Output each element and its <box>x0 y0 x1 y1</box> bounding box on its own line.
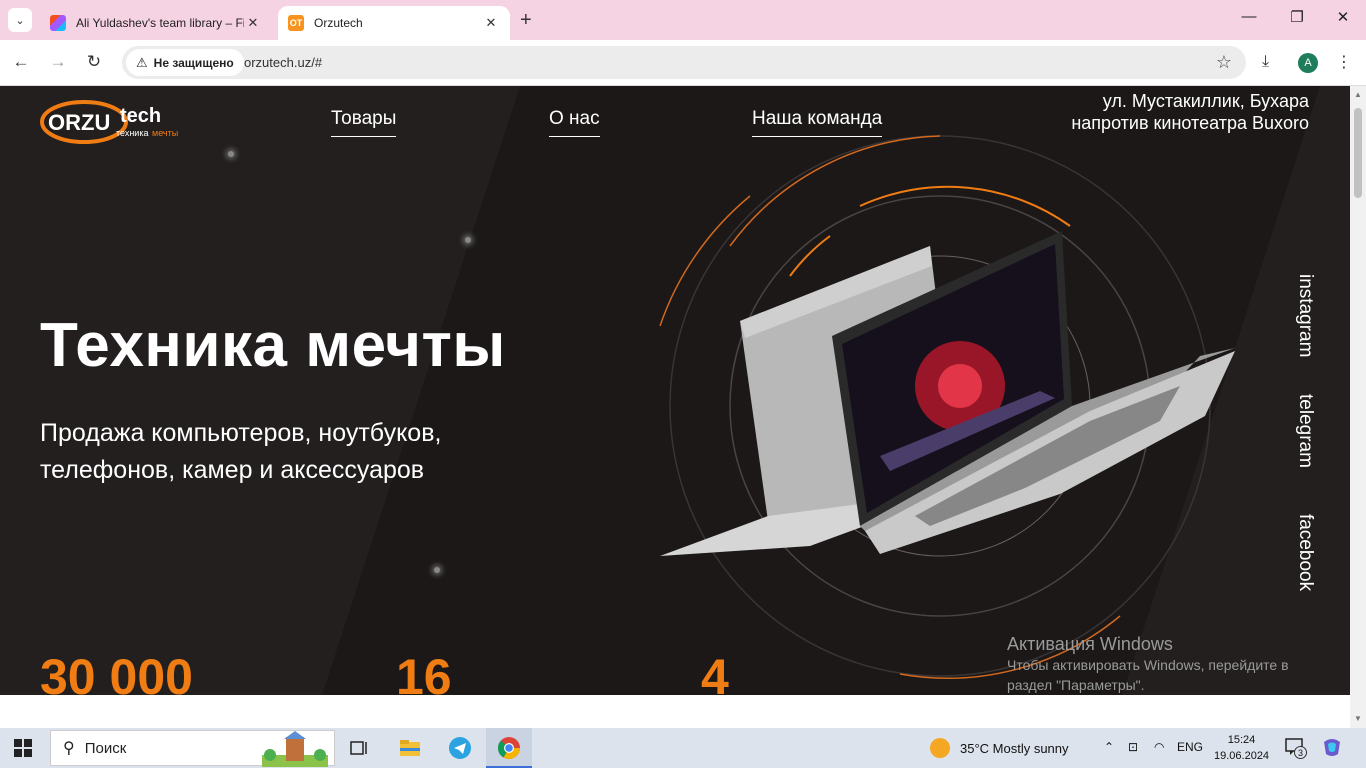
chrome-taskbar-button[interactable] <box>486 728 532 768</box>
svg-text:техника: техника <box>116 128 148 138</box>
chrome-icon <box>498 737 520 759</box>
notification-count-badge: 3 <box>1294 746 1307 759</box>
windows-start-icon[interactable] <box>14 739 32 757</box>
language-indicator[interactable]: ENG <box>1177 740 1203 754</box>
browser-toolbar: ← → ↻ ⚠ Не защищено orzutech.uz/# ☆ ⤓ A … <box>0 40 1366 86</box>
watermark-text: Чтобы активировать Windows, перейдите в … <box>1007 657 1289 693</box>
page-bottom-area <box>0 695 1350 728</box>
profile-avatar[interactable]: A <box>1298 53 1318 73</box>
page-scrollbar[interactable]: ▲ ▼ <box>1350 86 1366 728</box>
svg-text:ORZU: ORZU <box>48 110 110 135</box>
notification-center-icon[interactable]: 3 <box>1284 736 1307 759</box>
bookmark-star-icon[interactable]: ☆ <box>1216 52 1232 73</box>
menu-kebab-icon[interactable]: ⋮ <box>1336 52 1352 72</box>
meet-now-icon[interactable]: ⊡ <box>1128 740 1138 754</box>
svg-text:мечты: мечты <box>152 128 178 138</box>
close-tab-icon[interactable]: ✕ <box>482 15 500 31</box>
reload-button[interactable]: ↻ <box>83 52 105 72</box>
nav-link-products[interactable]: Товары <box>331 108 397 137</box>
search-placeholder: Поиск <box>84 739 127 757</box>
scrollbar-thumb[interactable] <box>1354 108 1362 198</box>
hero-subtitle: Продажа компьютеров, ноутбуков, телефоно… <box>40 419 442 484</box>
copilot-icon[interactable] <box>1320 736 1344 760</box>
tab-title: Ali Yuldashev's team library – Fi <box>76 16 244 30</box>
search-icon: ⚲ <box>63 740 75 757</box>
sparkle-decoration <box>434 567 440 573</box>
windows-taskbar: ⚲ Поиск 35°C Mostly sunny ⌃ ⊡ ◠ ENG 15:2… <box>0 728 1366 768</box>
site-info-chip[interactable]: ⚠ Не защищено <box>126 49 244 76</box>
search-highlight-illustration-icon <box>262 731 328 767</box>
scroll-up-icon[interactable]: ▲ <box>1354 90 1362 99</box>
weather-widget[interactable]: 35°C Mostly sunny <box>930 738 1069 758</box>
taskbar-search-box[interactable]: ⚲ Поиск <box>50 730 335 767</box>
telegram-icon[interactable] <box>448 736 472 760</box>
orzutech-favicon-icon: OT <box>288 15 304 31</box>
warning-icon: ⚠ <box>136 54 148 70</box>
svg-text:tech: tech <box>120 105 161 127</box>
forward-button[interactable]: → <box>47 52 69 72</box>
tab-search-button[interactable]: ⌄ <box>8 8 32 32</box>
browser-tab-bar: ⌄ Ali Yuldashev's team library – Fi ✕ OT… <box>0 0 1366 40</box>
sparkle-decoration <box>228 151 234 157</box>
minimize-button[interactable]: — <box>1226 8 1272 25</box>
weather-sun-icon <box>930 738 950 758</box>
social-link-instagram[interactable]: instagram <box>1294 274 1316 357</box>
watermark-title: Активация Windows <box>1007 634 1173 654</box>
weather-text: 35°C Mostly sunny <box>960 740 1069 756</box>
windows-activation-watermark: Активация Windows Чтобы активировать Win… <box>1007 634 1317 695</box>
clock[interactable]: 15:24 19.06.2024 <box>1214 732 1269 764</box>
show-hidden-icons-chevron-icon[interactable]: ⌃ <box>1104 740 1114 754</box>
close-tab-icon[interactable]: ✕ <box>244 15 262 31</box>
address-bar[interactable]: ⚠ Не защищено orzutech.uz/# ☆ <box>122 46 1246 79</box>
nav-link-about[interactable]: О нас <box>549 108 600 137</box>
security-label: Не защищено <box>153 55 234 70</box>
tab-orzutech[interactable]: OT Orzutech ✕ <box>278 6 510 40</box>
download-icon[interactable]: ⤓ <box>1262 53 1269 71</box>
tab-figma[interactable]: Ali Yuldashev's team library – Fi ✕ <box>40 6 272 40</box>
url-text[interactable]: orzutech.uz/# <box>244 55 322 70</box>
stat-value: 4 <box>701 649 729 695</box>
scroll-down-icon[interactable]: ▼ <box>1354 714 1362 723</box>
page-viewport: ORZU tech техника мечты Товары О нас Наш… <box>0 86 1350 695</box>
stat-value: 30 000 <box>40 649 193 695</box>
file-explorer-icon[interactable] <box>398 736 422 760</box>
restore-button[interactable]: ❐ <box>1274 8 1320 26</box>
tab-title: Orzutech <box>314 16 363 30</box>
network-wifi-icon[interactable]: ◠ <box>1154 740 1164 754</box>
orzutech-logo[interactable]: ORZU tech техника мечты <box>40 92 190 150</box>
clock-time: 15:24 <box>1227 734 1256 746</box>
hero-title: Техника мечты <box>40 311 506 380</box>
close-window-button[interactable]: ✕ <box>1320 8 1366 26</box>
logo-graphic: ORZU tech техника мечты <box>40 100 178 144</box>
task-view-icon[interactable] <box>348 736 372 760</box>
stat-value: 16 <box>396 649 452 695</box>
laptop-image <box>660 231 1235 556</box>
clock-date: 19.06.2024 <box>1214 750 1270 762</box>
new-tab-button[interactable]: + <box>520 9 532 32</box>
back-button[interactable]: ← <box>10 52 32 72</box>
social-link-telegram[interactable]: telegram <box>1294 394 1316 468</box>
sparkle-decoration <box>465 237 471 243</box>
figma-icon <box>50 15 66 31</box>
social-link-facebook[interactable]: facebook <box>1294 514 1316 591</box>
